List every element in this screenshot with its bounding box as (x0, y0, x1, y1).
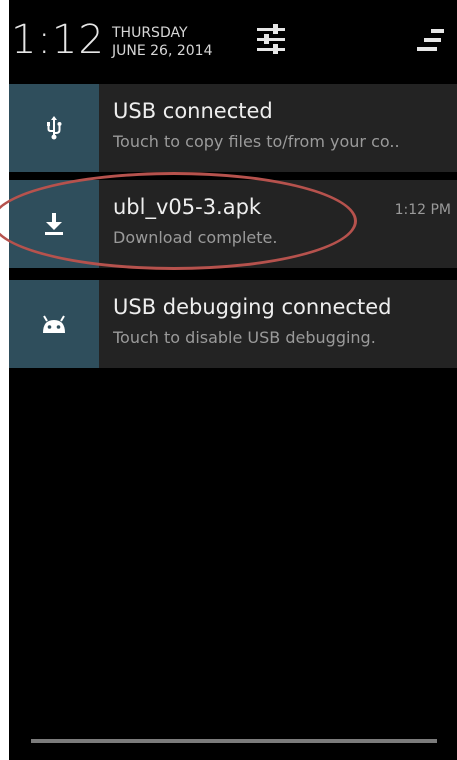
quick-settings-sliders-icon (257, 24, 285, 54)
quick-settings-button[interactable] (255, 22, 287, 56)
shade-drag-handle[interactable] (31, 739, 437, 743)
shade-header: 1:12 THURSDAY JUNE 26, 2014 (9, 0, 457, 84)
notification-usb-connected[interactable]: USB connected Touch to copy files to/fro… (9, 84, 457, 172)
download-complete-icon (45, 213, 63, 235)
notification-icon-area (9, 84, 99, 172)
clock: 1:12 (11, 17, 105, 63)
notification-icon-area (9, 280, 99, 368)
notification-usb-debugging[interactable]: USB debugging connected Touch to disable… (9, 280, 457, 368)
notification-download-complete[interactable]: ubl_v05-3.apk Download complete. 1:12 PM (9, 180, 457, 268)
notification-title: USB debugging connected (113, 295, 392, 319)
notification-shade: 1:12 THURSDAY JUNE 26, 2014 USB connecte… (9, 0, 457, 760)
notification-subtitle: Download complete. (113, 228, 278, 247)
date-display: THURSDAY JUNE 26, 2014 (112, 24, 213, 60)
notification-title: ubl_v05-3.apk (113, 195, 262, 219)
notification-title: USB connected (113, 99, 273, 123)
usb-icon (47, 116, 62, 140)
clear-all-icon (417, 29, 444, 51)
date-full: JUNE 26, 2014 (112, 43, 213, 59)
notification-subtitle: Touch to disable USB debugging. (113, 328, 376, 347)
notification-time: 1:12 PM (394, 202, 451, 218)
notification-subtitle: Touch to copy files to/from your co.. (113, 132, 400, 151)
clear-all-button[interactable] (415, 28, 445, 52)
notification-icon-area (9, 180, 99, 268)
date-day: THURSDAY (112, 25, 188, 41)
android-debug-icon (43, 315, 65, 333)
